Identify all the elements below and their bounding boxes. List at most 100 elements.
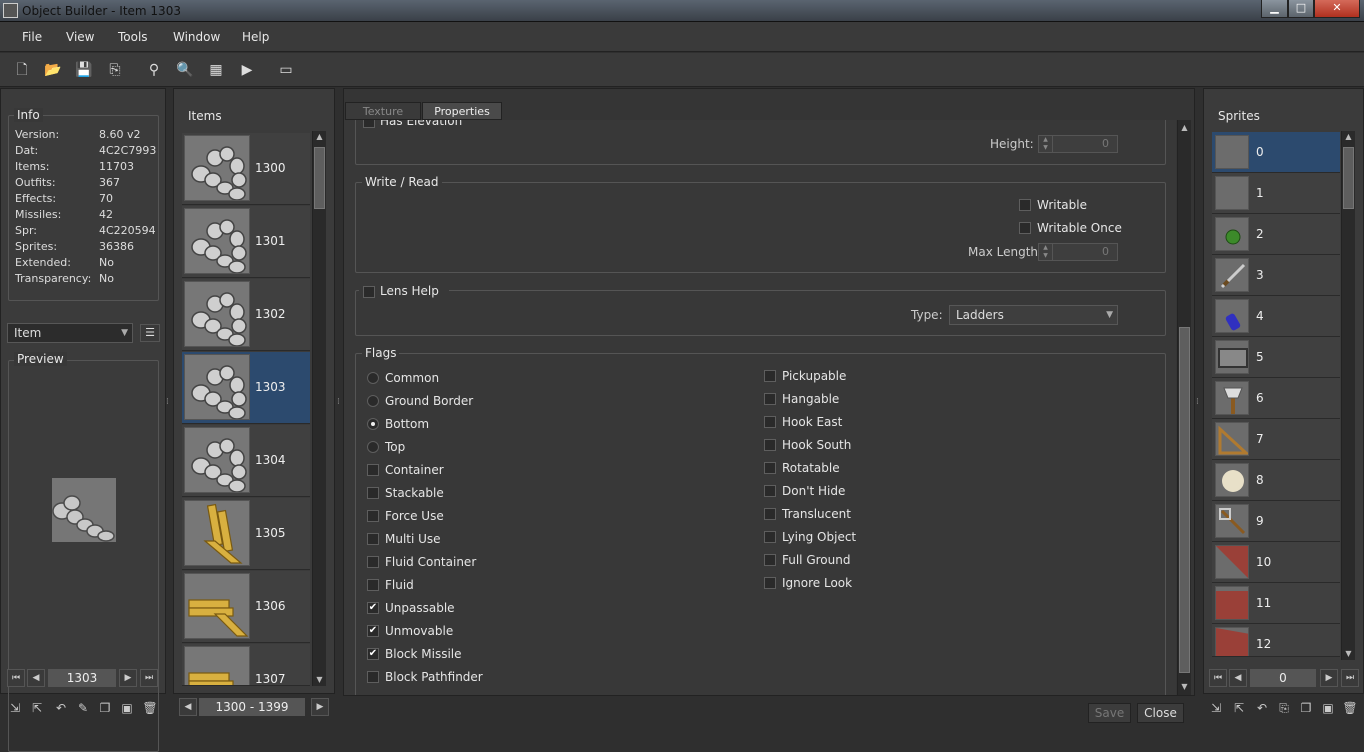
splitter-handle[interactable]: ⁞ <box>166 398 170 407</box>
sprite-copy-icon[interactable]: ⎘ <box>1275 699 1293 717</box>
flag-radio[interactable] <box>367 372 379 384</box>
last-button[interactable]: ⏭ <box>140 669 158 687</box>
flag-checkbox[interactable] <box>367 556 379 568</box>
sprites-next-button[interactable]: ▶ <box>1320 669 1338 687</box>
tab-properties[interactable]: Properties <box>422 102 502 120</box>
flag-radio[interactable] <box>367 395 379 407</box>
writable-checkbox[interactable] <box>1019 199 1031 211</box>
flag-radio[interactable] <box>367 418 379 430</box>
scroll-thumb[interactable] <box>314 147 325 209</box>
items-range-field[interactable]: 1300 - 1399 <box>199 698 305 716</box>
stepper-arrows-icon[interactable]: ▲ ▼ <box>1039 244 1053 260</box>
sprite-cell[interactable]: 8 <box>1212 460 1340 501</box>
menu-tools[interactable]: Tools <box>118 30 148 44</box>
save-button[interactable]: Save <box>1088 703 1131 723</box>
current-item-field[interactable]: 1303 <box>48 669 116 687</box>
next-button[interactable]: ▶ <box>119 669 137 687</box>
prev-button[interactable]: ◀ <box>27 669 45 687</box>
flag-checkbox[interactable] <box>764 439 776 451</box>
sprite-cell[interactable]: 3 <box>1212 255 1340 296</box>
item-cell[interactable]: 1306 <box>182 571 310 643</box>
flag-checkbox[interactable] <box>367 464 379 476</box>
sprite-cell[interactable]: 1 <box>1212 173 1340 214</box>
flag-checkbox[interactable]: ✔ <box>367 648 379 660</box>
lens-help-checkbox[interactable] <box>363 286 375 298</box>
undo-icon[interactable]: ↶ <box>52 699 70 717</box>
sprite-cell[interactable]: 4 <box>1212 296 1340 337</box>
delete-icon[interactable]: 🗑 <box>141 699 159 717</box>
close-button[interactable]: Close <box>1137 703 1184 723</box>
menu-window[interactable]: Window <box>173 30 220 44</box>
maximize-button[interactable]: □ <box>1288 0 1314 18</box>
scroll-thumb[interactable] <box>1179 327 1190 673</box>
item-cell[interactable]: 1303 <box>182 352 310 424</box>
sprite-new-icon[interactable]: ▣ <box>1319 699 1337 717</box>
export-icon[interactable]: ⇱ <box>28 699 46 717</box>
has-elevation-checkbox[interactable] <box>363 120 375 128</box>
sprite-cell[interactable]: 2 <box>1212 214 1340 255</box>
flag-checkbox[interactable] <box>764 370 776 382</box>
stepper-arrows-icon[interactable]: ▲ ▼ <box>1039 136 1053 152</box>
tab-texture[interactable]: Texture <box>345 102 421 120</box>
close-window-button[interactable]: ✕ <box>1314 0 1360 18</box>
list-options-icon[interactable]: ☰ <box>140 324 160 342</box>
sprite-cell[interactable]: 12 <box>1212 624 1340 657</box>
flag-radio[interactable] <box>367 441 379 453</box>
new-item-icon[interactable]: ▣ <box>118 699 136 717</box>
menu-help[interactable]: Help <box>242 30 269 44</box>
sprite-cell[interactable]: 5 <box>1212 337 1340 378</box>
scroll-thumb[interactable] <box>1343 147 1354 209</box>
sprite-cell[interactable]: 10 <box>1212 542 1340 583</box>
console-icon[interactable]: ▭ <box>277 61 295 79</box>
edit-icon[interactable]: ✎ <box>74 699 92 717</box>
items-next-page[interactable]: ▶ <box>311 698 329 716</box>
items-scrollbar[interactable]: ▲ ▼ <box>312 131 326 686</box>
flag-checkbox[interactable] <box>367 487 379 499</box>
splitter-handle[interactable]: ⁞ <box>1196 398 1200 407</box>
duplicate-icon[interactable]: ❐ <box>96 699 114 717</box>
scroll-down-icon[interactable]: ▼ <box>1178 681 1191 693</box>
flag-checkbox[interactable]: ✔ <box>367 602 379 614</box>
menu-file[interactable]: File <box>22 30 42 44</box>
splitter-handle[interactable]: ⁞ <box>337 398 341 407</box>
item-cell[interactable]: 1307 <box>182 644 310 686</box>
sprite-cell[interactable]: 9 <box>1212 501 1340 542</box>
flag-checkbox[interactable] <box>764 485 776 497</box>
play-icon[interactable]: ▶ <box>238 61 256 79</box>
sprites-first-button[interactable]: ⏮ <box>1209 669 1227 687</box>
item-cell[interactable]: 1304 <box>182 425 310 497</box>
writable-once-checkbox[interactable] <box>1019 222 1031 234</box>
category-select[interactable]: Item ▼ <box>7 323 133 343</box>
save-icon[interactable]: 💾 <box>75 61 93 79</box>
sprites-prev-button[interactable]: ◀ <box>1229 669 1247 687</box>
flag-checkbox[interactable] <box>764 393 776 405</box>
flag-checkbox[interactable] <box>367 510 379 522</box>
import-icon[interactable]: ⇲ <box>6 699 24 717</box>
height-stepper[interactable]: ▲ ▼ 0 <box>1038 135 1118 153</box>
grid-icon[interactable]: ▦ <box>207 61 225 79</box>
save-as-icon[interactable]: ⎘ <box>106 61 124 79</box>
sprites-scrollbar[interactable]: ▲ ▼ <box>1341 131 1355 660</box>
max-length-stepper[interactable]: ▲ ▼ 0 <box>1038 243 1118 261</box>
sprite-nav-field[interactable]: 0 <box>1250 669 1316 687</box>
find-icon[interactable]: ⚲ <box>145 61 163 79</box>
sprite-undo-icon[interactable]: ↶ <box>1253 699 1271 717</box>
sprite-cell[interactable]: 6 <box>1212 378 1340 419</box>
item-cell[interactable]: 1300 <box>182 133 310 205</box>
search-icon[interactable]: 🔍 <box>176 61 194 79</box>
flag-checkbox[interactable] <box>764 577 776 589</box>
flag-checkbox[interactable] <box>764 416 776 428</box>
scroll-up-icon[interactable]: ▲ <box>313 131 326 143</box>
sprite-delete-icon[interactable]: 🗑 <box>1341 699 1359 717</box>
flag-checkbox[interactable] <box>367 671 379 683</box>
properties-scrollbar[interactable]: ▲ ▼ <box>1177 120 1191 695</box>
flag-checkbox[interactable] <box>367 533 379 545</box>
item-cell[interactable]: 1301 <box>182 206 310 278</box>
sprite-cell[interactable]: 11 <box>1212 583 1340 624</box>
sprite-duplicate-icon[interactable]: ❐ <box>1297 699 1315 717</box>
lens-type-select[interactable]: Ladders ▼ <box>949 305 1118 325</box>
sprites-last-button[interactable]: ⏭ <box>1341 669 1359 687</box>
flag-checkbox[interactable] <box>764 531 776 543</box>
sprite-cell[interactable]: 0 <box>1212 132 1340 173</box>
scroll-down-icon[interactable]: ▼ <box>1342 648 1355 660</box>
